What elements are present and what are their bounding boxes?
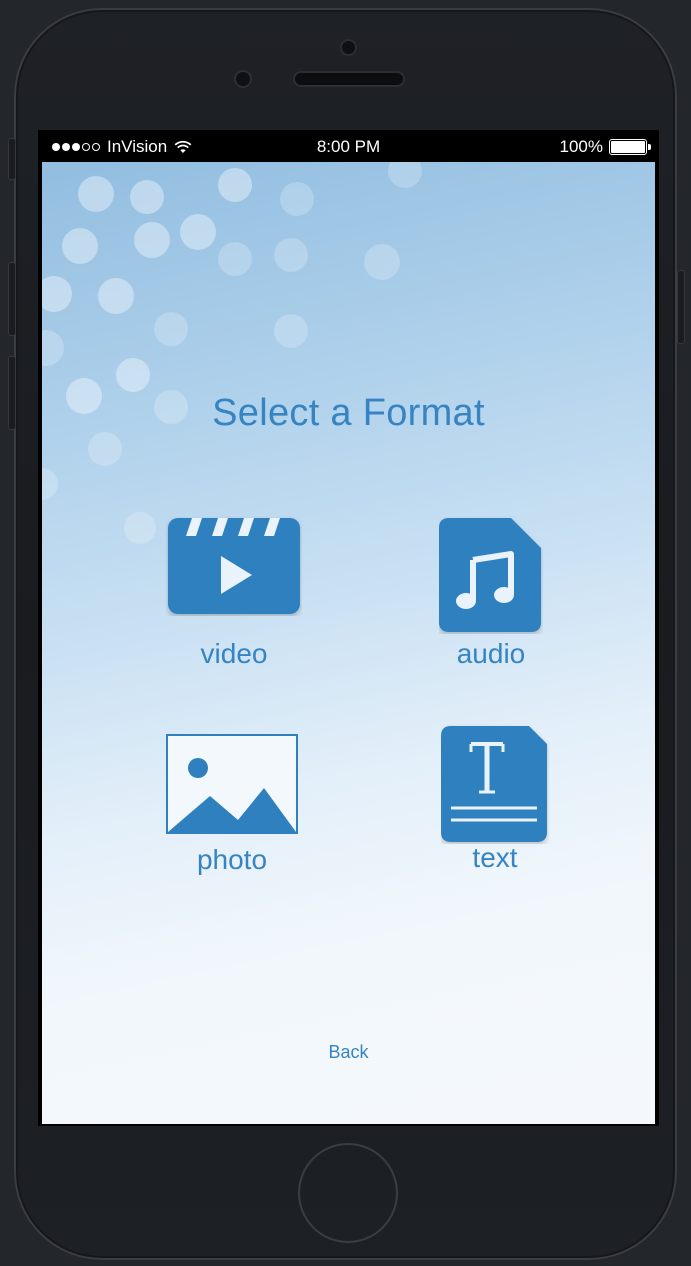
photo-label: photo	[196, 844, 268, 875]
power-button	[677, 270, 685, 344]
photo-landscape-icon	[166, 734, 298, 834]
text-label: text	[472, 842, 518, 873]
proximity-sensor	[236, 72, 250, 86]
phone-screen: InVision 8:00 PM 100% Select a Format vi…	[38, 130, 659, 1126]
battery-percentage: 100%	[559, 137, 603, 156]
volume-down-button	[8, 356, 16, 430]
earpiece-speaker	[295, 73, 403, 85]
wifi-icon	[174, 140, 192, 153]
audio-label: audio	[456, 638, 526, 669]
back-button[interactable]: Back	[42, 1042, 655, 1063]
home-button[interactable]	[298, 1143, 398, 1243]
status-right: 100%	[559, 137, 651, 157]
carrier-name: InVision	[107, 137, 168, 156]
phone-frame: InVision 8:00 PM 100% Select a Format vi…	[0, 0, 691, 1266]
video-format-button[interactable]: video	[166, 516, 306, 669]
text-format-button[interactable]: text	[441, 724, 551, 884]
text-document-icon	[441, 726, 547, 842]
audio-format-button[interactable]: audio	[439, 516, 549, 669]
format-selection-screen: Select a Format video audio photo text B…	[42, 162, 655, 1124]
mute-switch	[8, 138, 16, 180]
front-camera	[342, 41, 355, 54]
battery-icon	[609, 139, 651, 155]
volume-up-button	[8, 262, 16, 336]
video-clapper-icon	[168, 518, 300, 614]
video-label: video	[200, 638, 268, 669]
page-title: Select a Format	[212, 392, 485, 434]
music-file-icon	[439, 518, 541, 632]
signal-strength-icon	[52, 143, 100, 151]
status-left: InVision	[52, 137, 192, 157]
photo-format-button[interactable]: photo	[166, 734, 302, 884]
status-bar: InVision 8:00 PM 100%	[38, 130, 659, 162]
